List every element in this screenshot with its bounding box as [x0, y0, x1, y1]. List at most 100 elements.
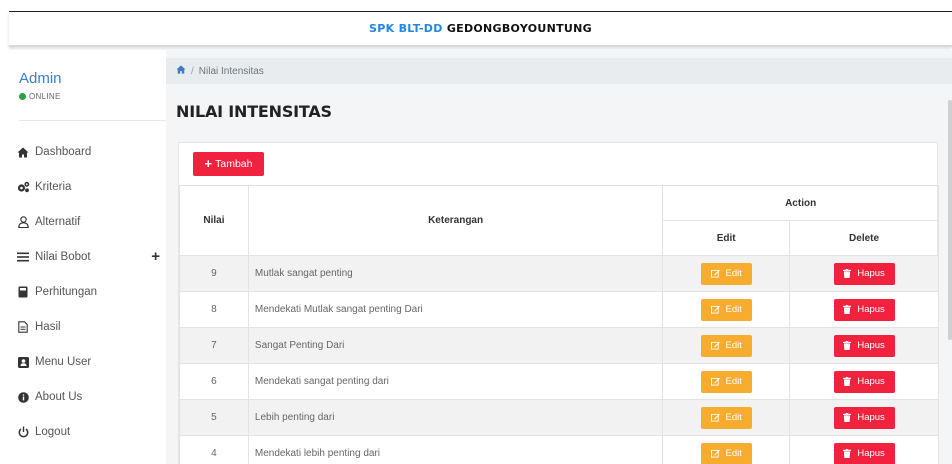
edit-button[interactable]: Edit	[700, 298, 752, 321]
user-name: Admin	[19, 70, 62, 87]
cell-edit: Edit	[662, 255, 791, 292]
cell-delete: Hapus	[789, 255, 939, 292]
table-row: 8 Mendekati Mutlak sangat penting Dari Edi…	[179, 291, 939, 328]
brand-title-part2: GEDONGBOYOUNTUNG	[446, 22, 592, 35]
user-card-icon	[16, 356, 30, 368]
delete-button-label: Hapus	[857, 340, 885, 351]
intensity-table: Nilai Keterangan Action Edit Delete 9 Mut…	[179, 185, 939, 464]
edit-button[interactable]: Edit	[700, 334, 752, 357]
edit-button[interactable]: Edit	[700, 262, 752, 285]
delete-button[interactable]: Hapus	[833, 442, 895, 464]
trash-icon	[843, 449, 854, 458]
add-button[interactable]: + Tambah	[193, 152, 264, 176]
column-header-edit: Edit	[662, 220, 791, 256]
sidebar-item-nilai-bobot[interactable]: Nilai Bobot +	[16, 247, 166, 267]
sidebar-item-perhitungan[interactable]: Perhitungan	[16, 282, 166, 302]
info-icon	[16, 391, 30, 403]
add-button-label: Tambah	[215, 158, 253, 170]
edit-icon	[710, 377, 723, 386]
edit-button-label: Edit	[725, 268, 742, 279]
edit-button-label: Edit	[725, 412, 742, 423]
cell-keterangan: Mendekati sangat penting dari	[247, 363, 664, 400]
cell-edit: Edit	[662, 435, 791, 464]
top-navbar: SPK BLT-DD GEDONGBOYOUNTUNG	[9, 11, 952, 47]
delete-button[interactable]: Hapus	[833, 406, 895, 429]
cell-edit: Edit	[662, 291, 791, 328]
edit-button[interactable]: Edit	[700, 370, 752, 393]
edit-button[interactable]: Edit	[700, 406, 752, 429]
expand-plus-icon[interactable]: +	[151, 249, 160, 265]
table-row: 4 Mendekati lebih penting dari Edit Hapus	[179, 435, 939, 464]
brand-title[interactable]: SPK BLT-DD GEDONGBOYOUNTUNG	[369, 22, 592, 35]
sidebar: Admin ONLINE Dashboard Kriteria Alternat…	[9, 50, 175, 464]
cell-delete: Hapus	[789, 363, 939, 400]
sidebar-item-label: Hasil	[35, 321, 61, 333]
delete-button[interactable]: Hapus	[833, 262, 895, 285]
power-icon	[16, 426, 30, 438]
trash-icon	[843, 269, 854, 278]
cell-nilai: 6	[179, 363, 249, 400]
edit-button-label: Edit	[725, 448, 742, 459]
delete-button-label: Hapus	[857, 376, 885, 387]
column-header-keterangan: Keterangan	[247, 185, 664, 256]
delete-button[interactable]: Hapus	[833, 370, 895, 393]
cell-delete: Hapus	[789, 327, 939, 364]
sidebar-item-dashboard[interactable]: Dashboard	[16, 142, 166, 162]
home-icon	[16, 146, 30, 158]
sidebar-item-logout[interactable]: Logout	[16, 422, 166, 442]
delete-button[interactable]: Hapus	[833, 334, 895, 357]
scrollbar[interactable]	[948, 100, 952, 340]
list-icon	[16, 251, 30, 263]
cell-keterangan: Lebih penting dari	[247, 399, 664, 436]
sidebar-item-label: Alternatif	[35, 216, 81, 228]
column-header-delete: Delete	[789, 220, 939, 256]
delete-button-label: Hapus	[857, 448, 885, 459]
sidebar-item-kriteria[interactable]: Kriteria	[16, 177, 166, 197]
edit-icon	[710, 449, 723, 458]
sidebar-item-alternatif[interactable]: Alternatif	[16, 212, 166, 232]
edit-icon	[710, 305, 723, 314]
user-status-text: ONLINE	[29, 92, 61, 101]
sidebar-item-label: Nilai Bobot	[35, 251, 91, 263]
table-row: 9 Mutlak sangat penting Edit Hapus	[179, 255, 939, 292]
delete-button-label: Hapus	[857, 304, 885, 315]
user-status: ONLINE	[19, 92, 62, 101]
calculator-icon	[16, 286, 30, 298]
sidebar-item-label: Perhitungan	[35, 286, 98, 298]
cell-delete: Hapus	[789, 399, 939, 436]
sidebar-item-about-us[interactable]: About Us	[16, 387, 166, 407]
edit-button-label: Edit	[725, 340, 742, 351]
column-header-nilai: Nilai	[179, 185, 249, 256]
table-row: 7 Sangat Penting Dari Edit Hapus	[179, 327, 939, 364]
edit-icon	[710, 413, 723, 422]
edit-button[interactable]: Edit	[700, 442, 752, 464]
cell-keterangan: Sangat Penting Dari	[247, 327, 664, 364]
cell-delete: Hapus	[789, 291, 939, 328]
main-content: / Nilai Intensitas NILAI INTENSITAS + Ta…	[166, 50, 952, 464]
sidebar-item-menu-user[interactable]: Menu User	[16, 352, 166, 372]
cell-edit: Edit	[662, 399, 791, 436]
cell-nilai: 9	[179, 255, 249, 292]
delete-button[interactable]: Hapus	[833, 298, 895, 321]
breadcrumb-current: Nilai Intensitas	[198, 65, 264, 77]
table-row: 6 Mendekati sangat penting dari Edit Hapus	[179, 363, 939, 400]
trash-icon	[843, 341, 854, 350]
plus-icon: +	[204, 156, 213, 171]
trash-icon	[843, 413, 854, 422]
sidebar-item-label: Menu User	[35, 356, 92, 368]
cell-edit: Edit	[662, 327, 791, 364]
online-dot-icon	[19, 93, 26, 100]
cogs-icon	[16, 181, 30, 193]
page-title: NILAI INTENSITAS	[176, 102, 332, 121]
sidebar-item-label: Kriteria	[35, 181, 72, 193]
trash-icon	[843, 305, 854, 314]
sidebar-item-hasil[interactable]: Hasil	[16, 317, 166, 337]
edit-icon	[710, 341, 723, 350]
sidebar-divider	[19, 120, 175, 121]
column-header-action: Action	[662, 185, 939, 221]
breadcrumb: / Nilai Intensitas	[166, 58, 952, 84]
breadcrumb-separator: /	[191, 65, 194, 77]
cell-keterangan: Mutlak sangat penting	[247, 255, 664, 292]
home-icon[interactable]	[176, 65, 186, 77]
cell-delete: Hapus	[789, 435, 939, 464]
